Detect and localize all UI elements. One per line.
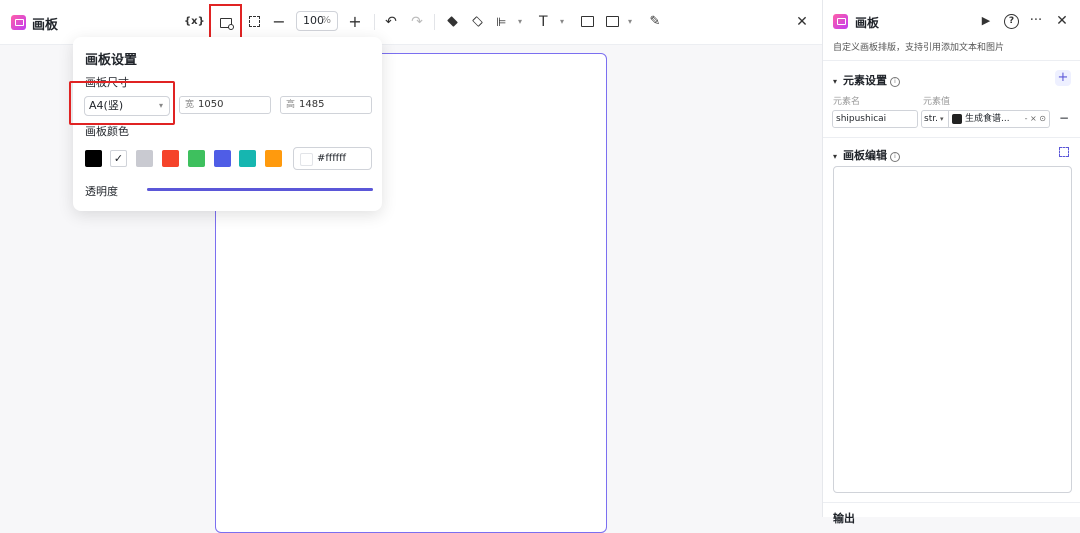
height-key: 高 [286,100,296,110]
canvas-settings-popover: 画板设置 画板尺寸 A4(竖) ▾ 宽 1050 高 1485 画板颜色 ✓ #ff… [69,37,382,211]
canvas-edit-header[interactable]: ▾ 画板编辑 i [833,147,901,163]
element-value-reference[interactable]: 生成食谱... - × ⊙ [949,110,1050,128]
divider [823,502,1080,503]
canvas-app-icon [833,14,848,29]
toolbar-divider [374,14,375,30]
element-value-header: 元素值 [923,97,951,107]
shape-tool-dropdown[interactable]: ▾ [606,13,632,31]
run-button[interactable]: ▶ [978,13,994,29]
height-value: 1485 [299,99,325,110]
variable-button[interactable]: {x} [184,13,205,31]
element-settings-title: 元素设置 [843,74,888,87]
toolbar-divider [434,14,435,30]
zoom-input[interactable]: 100 % [296,11,338,31]
canvas-edit-title: 画板编辑 [843,149,888,162]
rectangle-icon [606,16,619,27]
fit-to-screen-button[interactable] [246,13,262,31]
zoom-unit: % [321,15,331,26]
text-tool-dropdown[interactable]: T ▾ [538,13,564,31]
redo-button[interactable]: ↷ [410,13,424,31]
close-editor-button[interactable]: ✕ [794,13,810,31]
layer-up-icon [447,16,458,27]
layer-down-icon [472,16,483,27]
info-icon: i [890,77,901,87]
color-swatch[interactable] [162,150,179,167]
element-name-input[interactable]: shipushicai [832,110,918,128]
align-dropdown[interactable]: ⊫ ▾ [496,13,522,31]
chevron-down-icon: ▾ [833,152,838,161]
popover-title: 画板设置 [85,53,138,68]
chevron-down-icon: ▾ [559,17,564,26]
canvas-settings-button[interactable] [209,4,242,40]
chevron-down-icon: ▾ [833,77,838,86]
chevron-down-icon: ▾ [939,115,944,123]
image-tool-button[interactable] [580,13,594,31]
hex-color-input[interactable]: #ffffff [293,147,372,170]
color-swatch[interactable] [136,150,153,167]
align-left-icon: ⊫ [496,15,507,29]
color-swatch[interactable]: ✓ [110,150,127,167]
hex-value: #ffffff [317,153,347,164]
text-tool-icon: T [539,14,548,30]
send-backward-button[interactable] [471,13,485,31]
canvas-height-input[interactable]: 高 1485 [280,96,372,114]
zoom-in-button[interactable]: + [348,13,362,31]
pen-tool-button[interactable]: ✎ [648,13,662,31]
properties-panel: 画板 ▶ ? ··· ✕ 自定义画板排版，支持引用添加文本和图片 ▾ 元素设置 i … [822,0,1080,525]
chevron-down-icon: ▾ [627,17,632,26]
canvas-width-input[interactable]: 宽 1050 [179,96,271,114]
element-type-value: str. [924,114,938,124]
canvas-color-label: 画板颜色 [85,125,129,138]
value-actions[interactable]: - × ⊙ [1024,111,1046,127]
canvas-size-value: A4(竖) [89,99,124,112]
color-swatch[interactable] [85,150,102,167]
divider [823,60,1080,61]
canvas-edit-area[interactable] [833,166,1072,493]
bring-forward-button[interactable] [446,13,460,31]
panel-title: 画板 [855,16,880,30]
chevron-down-icon: ▾ [158,101,163,110]
element-value-text: 生成食谱... [965,114,1010,124]
opacity-slider[interactable] [147,188,373,191]
node-reference-icon [952,114,962,124]
close-panel-button[interactable]: ✕ [1054,13,1070,29]
app-title: 画板 [32,18,59,33]
help-icon[interactable]: ? [1004,14,1019,29]
element-name-header: 元素名 [833,97,861,107]
info-icon: i [890,152,901,162]
remove-element-button[interactable]: − [1059,111,1069,125]
image-icon [581,16,594,27]
chevron-down-icon: ▾ [517,17,522,26]
more-options-button[interactable]: ··· [1028,13,1044,29]
editor-workspace: 画板 {x} − 100 % + ↶ ↷ ⊫ ▾ T ▾ ▾ ✎ ✕ 画板设置 … [0,0,822,533]
color-swatch[interactable] [214,150,231,167]
fit-screen-icon [249,16,260,27]
canvas-app-icon [11,15,26,30]
expand-icon[interactable] [1059,147,1069,157]
element-type-select[interactable]: str. ▾ [921,110,949,128]
zoom-out-button[interactable]: − [272,13,286,31]
undo-button[interactable]: ↶ [384,13,398,31]
width-value: 1050 [198,99,224,110]
canvas-settings-icon [220,18,234,30]
color-preview-chip [300,153,313,166]
opacity-label: 透明度 [85,185,118,198]
color-swatch[interactable] [188,150,205,167]
canvas-size-select[interactable]: A4(竖) ▾ [84,96,170,116]
width-key: 宽 [185,100,195,110]
output-section-title: 输出 [833,512,855,525]
color-swatch[interactable] [265,150,282,167]
color-swatch[interactable] [239,150,256,167]
opacity-slider-fill [147,188,373,191]
divider [823,137,1080,138]
panel-description: 自定义画板排版，支持引用添加文本和图片 [833,43,1005,53]
add-element-button[interactable]: + [1055,70,1071,86]
element-settings-header[interactable]: ▾ 元素设置 i [833,72,901,88]
